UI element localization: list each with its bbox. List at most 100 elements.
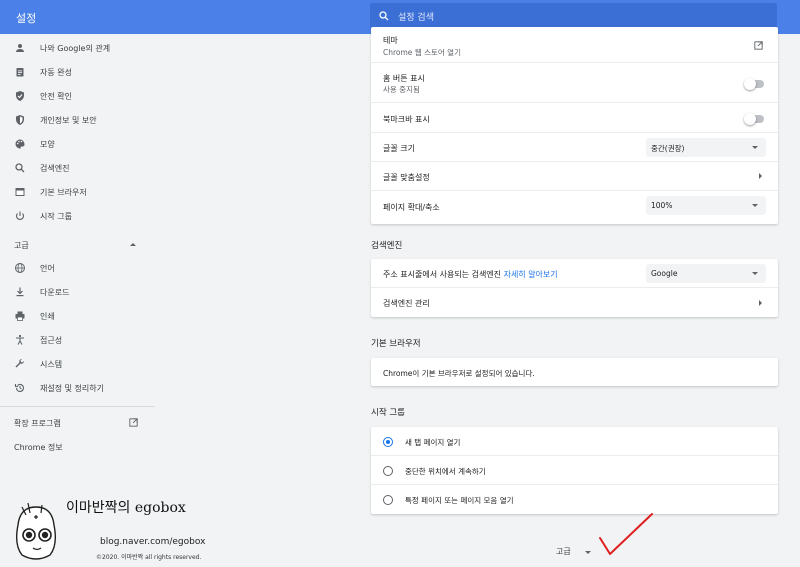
sidebar-item-label: 언어 bbox=[40, 264, 55, 273]
sidebar-item-label: 검색엔진 bbox=[40, 164, 70, 173]
clipboard-icon bbox=[16, 68, 24, 77]
person-icon bbox=[16, 44, 24, 52]
sidebar-item-label: 다운로드 bbox=[40, 288, 70, 297]
default-browser-row: Chrome이 기본 브라우저로 설정되어 있습니다. bbox=[371, 358, 778, 386]
chevron-up-icon[interactable] bbox=[130, 243, 136, 246]
blog-watermark: 이마반짝의 egobox blog.naver.com/egobox ©2020… bbox=[0, 497, 220, 567]
sidebar-item-safety-check[interactable]: 안전 확인 bbox=[0, 84, 155, 108]
sidebar-item-label: 인쇄 bbox=[40, 312, 55, 321]
startup-card: 새 탭 페이지 열기 중단한 위치에서 계속하기 특정 페이지 또는 페이지 모… bbox=[371, 427, 778, 514]
startup-option-specific-pages[interactable]: 특정 페이지 또는 페이지 모음 열기 bbox=[371, 485, 778, 514]
sidebar-item-system[interactable]: 시스템 bbox=[0, 352, 155, 376]
font-size-value: 중간(권장) bbox=[651, 144, 685, 153]
home-button-label: 홈 버튼 표시 bbox=[383, 74, 425, 83]
search-engine-value: Google bbox=[651, 269, 678, 278]
chevron-down-icon bbox=[752, 146, 758, 149]
bookmarks-bar-label: 북마크바 표시 bbox=[383, 115, 430, 124]
globe-icon bbox=[15, 263, 25, 273]
sidebar-item-privacy[interactable]: 개인정보 및 보안 bbox=[0, 108, 155, 132]
restore-icon bbox=[14, 383, 24, 392]
watermark-url: blog.naver.com/egobox bbox=[100, 537, 206, 547]
search-box[interactable]: 설정 검색 bbox=[370, 3, 777, 30]
open-external-icon[interactable] bbox=[128, 417, 139, 428]
sidebar-item-languages[interactable]: 언어 bbox=[0, 256, 155, 280]
chevron-right-icon bbox=[759, 300, 762, 306]
advanced-section-label[interactable]: 고급 bbox=[14, 240, 29, 251]
download-icon bbox=[16, 287, 24, 297]
bookmarks-bar-toggle[interactable] bbox=[744, 113, 764, 125]
learn-more-link[interactable]: 자세히 알아보기 bbox=[504, 270, 558, 279]
startup-section-title: 시작 그룹 bbox=[371, 408, 405, 418]
radio-button[interactable] bbox=[383, 495, 393, 505]
power-icon bbox=[15, 211, 25, 220]
sidebar-item-label: 기본 브라우저 bbox=[40, 188, 87, 197]
customize-fonts-label: 글꼴 맞춤설정 bbox=[383, 173, 430, 182]
startup-option-new-tab[interactable]: 새 탭 페이지 열기 bbox=[371, 427, 778, 456]
home-button-toggle[interactable] bbox=[744, 78, 764, 90]
open-external-icon[interactable] bbox=[753, 40, 764, 51]
about-chrome-link[interactable]: Chrome 정보 bbox=[14, 442, 63, 453]
watermark-title: 이마반짝의 egobox bbox=[66, 500, 186, 516]
sidebar-item-label: 나와 Google의 관계 bbox=[40, 44, 111, 53]
page-title: 설정 bbox=[16, 12, 37, 25]
manage-search-engines-row[interactable]: 검색엔진 관리 bbox=[371, 288, 778, 317]
appearance-card: 테마 Chrome 웹 스토어 열기 홈 버튼 표시 사용 중지됨 북마크바 표… bbox=[371, 27, 778, 224]
page-zoom-row: 페이지 확대/축소 100% bbox=[371, 191, 778, 224]
search-engine-select[interactable]: Google bbox=[646, 264, 766, 283]
home-button-row: 홈 버튼 표시 사용 중지됨 bbox=[371, 63, 778, 103]
startup-option-continue[interactable]: 중단한 위치에서 계속하기 bbox=[371, 456, 778, 485]
theme-row[interactable]: 테마 Chrome 웹 스토어 열기 bbox=[371, 27, 778, 63]
font-size-row: 글꼴 크기 중간(권장) bbox=[371, 133, 778, 162]
startup-option-label: 특정 페이지 또는 페이지 모음 열기 bbox=[405, 496, 514, 505]
printer-icon bbox=[15, 311, 25, 321]
sidebar-item-downloads[interactable]: 다운로드 bbox=[0, 280, 155, 304]
wrench-icon bbox=[15, 358, 25, 368]
address-bar-engine-label: 주소 표시줄에서 사용되는 검색엔진 자세히 알아보기 bbox=[383, 270, 558, 279]
font-size-select[interactable]: 중간(권장) bbox=[646, 138, 766, 157]
theme-sublabel: Chrome 웹 스토어 열기 bbox=[383, 48, 461, 57]
sidebar: 나와 Google의 관계 자동 완성 안전 확인 개인정보 및 보안 모양 검… bbox=[0, 34, 155, 567]
manage-search-engines-label: 검색엔진 관리 bbox=[383, 299, 430, 308]
customize-fonts-row[interactable]: 글꼴 맞춤설정 bbox=[371, 162, 778, 191]
theme-label: 테마 bbox=[383, 36, 398, 45]
startup-option-label: 새 탭 페이지 열기 bbox=[405, 438, 461, 447]
extensions-link[interactable]: 확장 프로그램 bbox=[14, 418, 61, 429]
sidebar-item-label: 시스템 bbox=[40, 360, 63, 369]
sidebar-item-you-and-google[interactable]: 나와 Google의 관계 bbox=[0, 36, 155, 60]
startup-option-label: 중단한 위치에서 계속하기 bbox=[405, 467, 486, 476]
address-bar-engine-row: 주소 표시줄에서 사용되는 검색엔진 자세히 알아보기 Google bbox=[371, 259, 778, 288]
font-size-label: 글꼴 크기 bbox=[383, 144, 415, 153]
sidebar-divider bbox=[0, 406, 155, 407]
accessibility-icon bbox=[16, 334, 24, 345]
radio-button[interactable] bbox=[383, 466, 393, 476]
sidebar-item-reset[interactable]: 재설정 및 정리하기 bbox=[0, 376, 155, 400]
character-logo-icon bbox=[15, 502, 57, 560]
sidebar-item-autofill[interactable]: 자동 완성 bbox=[0, 60, 155, 84]
default-browser-status: Chrome이 기본 브라우저로 설정되어 있습니다. bbox=[383, 369, 535, 378]
chevron-down-icon bbox=[752, 272, 758, 275]
radio-button[interactable] bbox=[383, 437, 393, 447]
sidebar-item-startup[interactable]: 시작 그룹 bbox=[0, 204, 155, 228]
sidebar-item-label: 접근성 bbox=[40, 336, 63, 345]
sidebar-item-label: 개인정보 및 보안 bbox=[40, 116, 97, 125]
search-input[interactable]: 설정 검색 bbox=[398, 10, 434, 23]
advanced-button[interactable]: 고급 bbox=[556, 546, 571, 557]
sidebar-item-label: 안전 확인 bbox=[40, 92, 72, 101]
default-browser-section-title: 기본 브라우저 bbox=[371, 339, 421, 349]
shield-check-icon bbox=[16, 91, 24, 101]
sidebar-item-search-engine[interactable]: 검색엔진 bbox=[0, 156, 155, 180]
annotation-check-mark bbox=[599, 513, 653, 555]
watermark-copyright: ©2020. 이마반짝 all rights reserved. bbox=[96, 554, 202, 561]
sidebar-item-label: 자동 완성 bbox=[40, 68, 72, 77]
chevron-right-icon bbox=[759, 173, 762, 179]
sidebar-item-default-browser[interactable]: 기본 브라우저 bbox=[0, 180, 155, 204]
sidebar-item-printing[interactable]: 인쇄 bbox=[0, 304, 155, 328]
page-zoom-value: 100% bbox=[651, 201, 673, 210]
sidebar-item-accessibility[interactable]: 접근성 bbox=[0, 328, 155, 352]
chevron-down-icon[interactable] bbox=[585, 551, 591, 554]
search-engine-section-title: 검색엔진 bbox=[371, 241, 403, 251]
page-zoom-select[interactable]: 100% bbox=[646, 196, 766, 215]
search-icon bbox=[15, 163, 25, 173]
sidebar-item-appearance[interactable]: 모양 bbox=[0, 132, 155, 156]
home-button-sublabel: 사용 중지됨 bbox=[383, 85, 420, 94]
